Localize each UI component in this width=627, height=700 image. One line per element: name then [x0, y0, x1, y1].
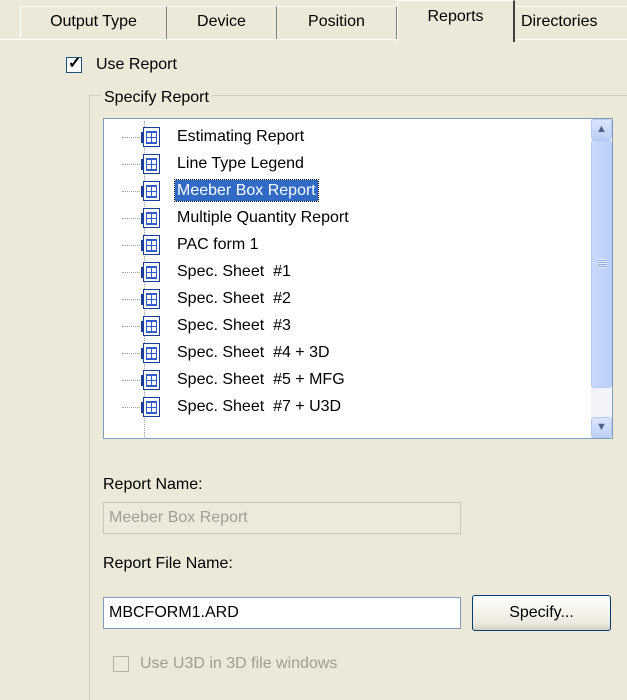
tree-item[interactable]: Spec. Sheet #3 [104, 313, 592, 339]
tab-output-type[interactable]: Output Type [20, 6, 167, 40]
tree-item-label: Spec. Sheet #1 [177, 263, 291, 280]
use-u3d-checkbox[interactable] [113, 656, 129, 672]
tree-item-label: Spec. Sheet #5 + MFG [177, 371, 345, 388]
tab-strip: Output Type Device Position Reports Dire… [0, 0, 627, 42]
report-document-icon [141, 262, 160, 282]
report-tree[interactable]: Estimating Report Line Type Legend Meebe… [103, 118, 613, 439]
tree-item[interactable]: Line Type Legend [104, 151, 592, 177]
tree-item-label: Spec. Sheet #2 [177, 290, 291, 307]
report-document-icon [141, 316, 160, 336]
use-report-label[interactable]: Use Report [96, 56, 177, 74]
tree-item-label: PAC form 1 [177, 236, 259, 253]
tree-item[interactable]: Spec. Sheet #4 + 3D [104, 340, 592, 366]
scroll-down-button[interactable]: ▼ [591, 417, 612, 438]
use-u3d-label: Use U3D in 3D file windows [140, 655, 338, 672]
tree-item[interactable]: Spec. Sheet #5 + MFG [104, 367, 592, 393]
tab-directories[interactable]: Directories [515, 6, 627, 40]
report-document-icon [141, 127, 160, 147]
tree-item[interactable]: Spec. Sheet #1 [104, 259, 592, 285]
tree-item[interactable]: Spec. Sheet #7 + U3D [104, 394, 592, 420]
specify-button[interactable]: Specify... [472, 595, 611, 631]
report-file-name-label: Report File Name: [103, 555, 233, 572]
report-name-field: Meeber Box Report [103, 502, 461, 534]
tree-item[interactable]: Multiple Quantity Report [104, 205, 592, 231]
specify-report-legend: Specify Report [101, 89, 212, 107]
scroll-thumb[interactable] [591, 140, 612, 388]
report-document-icon [141, 370, 160, 390]
tree-item-label: Multiple Quantity Report [177, 209, 349, 226]
report-document-icon [141, 343, 160, 363]
tree-item-label: Spec. Sheet #7 + U3D [177, 398, 342, 415]
report-name-label: Report Name: [103, 476, 203, 493]
tree-item-selected[interactable]: Meeber Box Report [104, 178, 592, 204]
tree-item[interactable]: PAC form 1 [104, 232, 592, 258]
report-document-icon [141, 208, 160, 228]
tree-scrollbar[interactable]: ▲ ▼ [591, 119, 612, 438]
report-document-icon [141, 397, 160, 417]
use-report-checkbox[interactable]: ✓ [66, 55, 82, 73]
tree-item-label: Estimating Report [177, 128, 305, 145]
scroll-up-button[interactable]: ▲ [591, 119, 612, 140]
tree-item[interactable]: Spec. Sheet #2 [104, 286, 592, 312]
tree-item-label: Spec. Sheet #3 [177, 317, 291, 334]
report-document-icon [141, 181, 160, 201]
report-document-icon [141, 235, 160, 255]
grip-icon [598, 259, 606, 268]
tree-item-label: Meeber Box Report [174, 179, 319, 202]
tree-item[interactable]: Estimating Report [104, 124, 592, 150]
report-file-name-field[interactable]: MBCFORM1.ARD [103, 597, 461, 629]
tree-item-label: Line Type Legend [177, 155, 304, 172]
tab-divider [0, 39, 627, 40]
tab-device[interactable]: Device [167, 6, 277, 40]
report-document-icon [141, 289, 160, 309]
tree-item-label: Spec. Sheet #4 + 3D [177, 344, 330, 361]
report-document-icon [141, 154, 160, 174]
check-mark-icon: ✓ [68, 55, 82, 72]
tab-reports[interactable]: Reports [397, 0, 515, 42]
tab-position[interactable]: Position [277, 6, 397, 40]
